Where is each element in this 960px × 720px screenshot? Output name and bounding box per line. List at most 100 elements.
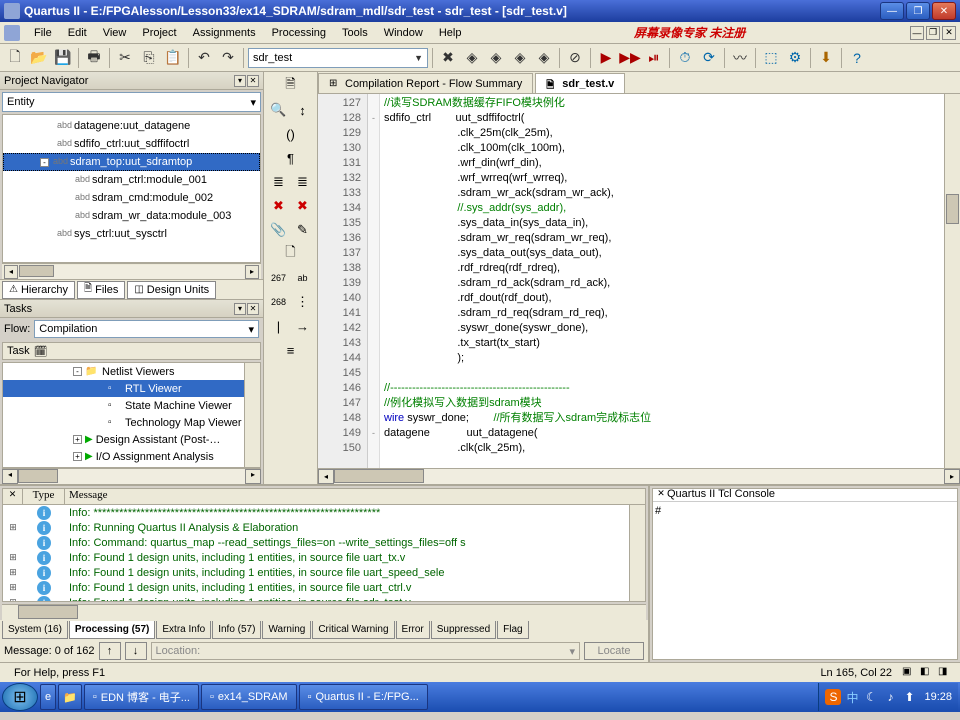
compile2-button[interactable]: ▶▶ [619, 47, 641, 69]
wave-button[interactable]: 〰 [729, 47, 751, 69]
hierarchy-tab[interactable]: ⚠Hierarchy [2, 281, 75, 299]
msg-tab[interactable]: Flag [497, 621, 528, 639]
find-button[interactable]: 🔍 [268, 100, 290, 120]
undo-button[interactable]: ↶ [193, 47, 215, 69]
minimize-button[interactable]: — [880, 2, 904, 20]
download-button[interactable]: ⬇ [815, 47, 837, 69]
tray-icon-2[interactable]: 中 [844, 689, 860, 705]
task-tree[interactable]: -📁Netlist Viewers▫RTL Viewer▫State Machi… [2, 362, 261, 468]
msg-tab[interactable]: System (16) [2, 621, 68, 639]
indent-button[interactable]: ≣ [268, 172, 290, 192]
timing-button[interactable]: ⏱ [674, 47, 696, 69]
taskbar-app[interactable]: ▫EDN 博客 - 电子... [84, 684, 199, 710]
close-button[interactable]: ✕ [932, 2, 956, 20]
tree-hscroll[interactable]: ◂▸ [2, 263, 261, 279]
menu-help[interactable]: Help [431, 25, 470, 41]
locate-button[interactable]: Locate [584, 642, 644, 660]
task-item[interactable]: -📁Netlist Viewers [3, 363, 260, 380]
location-combo[interactable]: Location:▾ [151, 642, 580, 660]
menu-tools[interactable]: Tools [334, 25, 376, 41]
message-row[interactable]: ⊞iInfo: Found 1 design units, including … [3, 580, 645, 595]
tray-icon-4[interactable]: ♪ [882, 689, 898, 705]
design-units-tab[interactable]: ◫Design Units [127, 281, 216, 299]
flow-combo[interactable]: Compilation▾ [34, 320, 259, 338]
message-row[interactable]: ⊞iInfo: Running Quartus II Analysis & El… [3, 520, 645, 535]
task-item[interactable]: ▫State Machine Viewer [3, 397, 260, 414]
menu-assignments[interactable]: Assignments [185, 25, 264, 41]
msg-tab[interactable]: Error [396, 621, 430, 639]
editor-hscroll[interactable]: ◂▸ [318, 468, 960, 484]
chip-button[interactable]: ⬚ [760, 47, 782, 69]
tree-item[interactable]: abddatagene:uut_datagene [3, 117, 260, 135]
files-tab[interactable]: 🗎Files [77, 281, 125, 299]
tree-item[interactable]: abdsys_ctrl:uut_sysctrl [3, 225, 260, 243]
ed-tool-9[interactable]: 🗋 [280, 244, 302, 264]
editor-tab[interactable]: ⊞Compilation Report - Flow Summary [318, 73, 533, 93]
type-column-header[interactable]: Type [23, 489, 65, 504]
paste-button[interactable]: 📋 [162, 47, 184, 69]
start-button[interactable]: ⊞ [2, 683, 38, 711]
maximize-button[interactable]: ❐ [906, 2, 930, 20]
compile3-button[interactable]: ⏯ [643, 47, 665, 69]
ed-tool-11[interactable]: ⋮ [292, 292, 314, 312]
compile-button[interactable]: ▶ [595, 47, 617, 69]
quick-launch-1[interactable]: e [40, 684, 56, 710]
msg-tab[interactable]: Suppressed [431, 621, 496, 639]
stop-button[interactable]: ⊘ [564, 47, 586, 69]
prev-msg-button[interactable]: ↑ [99, 642, 121, 660]
project-combo[interactable]: sdr_test▼ [248, 48, 428, 68]
open-file-button[interactable]: 📂 [28, 47, 50, 69]
save-button[interactable]: 💾 [52, 47, 74, 69]
copy-button[interactable]: ⎘ [138, 47, 160, 69]
mdi-close-button[interactable]: ✕ [942, 26, 956, 40]
mdi-minimize-button[interactable]: — [910, 26, 924, 40]
tcl-close-icon[interactable]: ✕ [655, 488, 667, 501]
entity-combo[interactable]: Entity▾ [2, 92, 261, 112]
tool1-button[interactable]: ◈ [461, 47, 483, 69]
tasks-min-button[interactable]: ▾ [234, 303, 246, 315]
ed-tool-3[interactable]: () [280, 124, 302, 144]
ed-tool-6[interactable]: ✖ [292, 196, 314, 216]
ed-tool-14[interactable]: ≡ [280, 340, 302, 360]
tray-icon-1[interactable]: S [825, 689, 841, 705]
task-item[interactable]: ▫Technology Map Viewer [3, 414, 260, 431]
print-button[interactable]: 🖶 [83, 47, 105, 69]
tray-icon-5[interactable]: ⬆ [901, 689, 917, 705]
task-item[interactable]: +▶Early Timing Estimate [3, 465, 260, 468]
tool3-button[interactable]: ◈ [509, 47, 531, 69]
new-file-button[interactable]: 🗋 [4, 47, 26, 69]
ed-tool-4[interactable]: ¶ [280, 148, 302, 168]
menu-view[interactable]: View [95, 25, 135, 41]
sim-button[interactable]: ⟳ [698, 47, 720, 69]
msg-tab[interactable]: Extra Info [156, 621, 211, 639]
tree-item[interactable]: -abdsdram_top:uut_sdramtop [3, 153, 260, 171]
task-vscroll[interactable] [244, 363, 260, 467]
clock[interactable]: 19:28 [920, 691, 952, 703]
msg-close-icon[interactable]: ✕ [3, 489, 23, 504]
message-row[interactable]: ⊞iInfo: Found 1 design units, including … [3, 550, 645, 565]
msg-tab[interactable]: Critical Warning [312, 621, 394, 639]
mdi-restore-button[interactable]: ❐ [926, 26, 940, 40]
tool4-button[interactable]: ◈ [533, 47, 555, 69]
help-button[interactable]: ? [846, 47, 868, 69]
msg-hscroll[interactable] [2, 604, 646, 620]
outdent-button[interactable]: ≣ [292, 172, 314, 192]
tree-item[interactable]: abdsdram_cmd:module_002 [3, 189, 260, 207]
taskbar-app[interactable]: ▫Quartus II - E:/FPG... [299, 684, 428, 710]
pn-close-button[interactable]: ✕ [247, 75, 259, 87]
task-item[interactable]: +▶Design Assistant (Post-… [3, 431, 260, 448]
cut-button[interactable]: ✂ [114, 47, 136, 69]
message-row[interactable]: ⊞iInfo: Found 1 design units, including … [3, 595, 645, 601]
prog-button[interactable]: ⚙ [784, 47, 806, 69]
ed-tool-10[interactable]: ab [292, 268, 314, 288]
menu-edit[interactable]: Edit [60, 25, 95, 41]
message-row[interactable]: iInfo: Command: quartus_map --read_setti… [3, 535, 645, 550]
ed-tool-13[interactable]: → [292, 316, 314, 336]
code-editor[interactable]: //读写SDRAM数据缓存FIFO模块例化sdfifo_ctrl uut_sdf… [380, 94, 944, 468]
msg-tab[interactable]: Warning [262, 621, 311, 639]
tcl-console[interactable]: ✕Quartus II Tcl Console # [652, 488, 958, 660]
task-hscroll[interactable]: ◂ ▸ [2, 468, 261, 484]
editor-vscroll[interactable] [944, 94, 960, 468]
editor-tab[interactable]: 🗎sdr_test.v [535, 73, 625, 93]
quick-launch-2[interactable]: 📁 [58, 684, 82, 710]
